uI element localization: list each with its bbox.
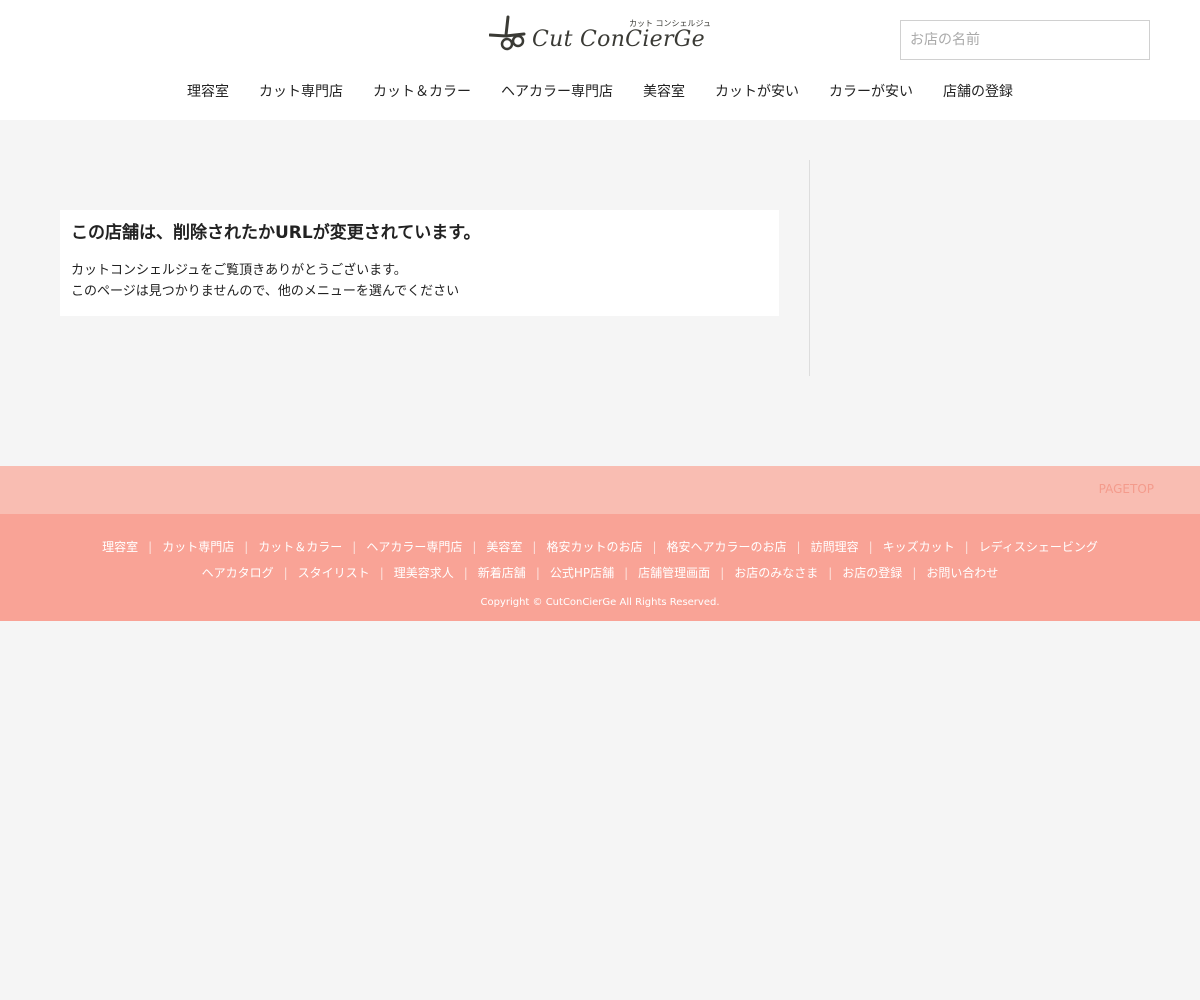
footer-separator: | [379,566,384,580]
shop-name-search-input[interactable] [900,20,1150,60]
footer-link-stylist[interactable]: スタイリスト [298,564,370,582]
footer-link-hair-color-specialty[interactable]: ヘアカラー専門店 [366,538,462,556]
nav-cheap-color[interactable]: カラーが安い [829,80,913,104]
footer-link-contact[interactable]: お問い合わせ [926,564,998,582]
footer-separator: | [283,566,288,580]
footer-separator: | [912,566,917,580]
footer-nav-row-1: 理容室 | カット専門店 | カット＆カラー | ヘアカラー専門店 | 美容室 … [0,538,1200,556]
footer-separator: | [535,566,540,580]
footer-link-register-shop[interactable]: お店の登録 [842,564,902,582]
footer-link-visit-barber[interactable]: 訪問理容 [811,538,859,556]
site-footer: 理容室 | カット専門店 | カット＆カラー | ヘアカラー専門店 | 美容室 … [0,514,1200,621]
footer-separator: | [624,566,629,580]
footer-link-cut-specialty[interactable]: カット専門店 [162,538,234,556]
footer-link-hair-catalog[interactable]: ヘアカタログ [202,564,274,582]
footer-separator: | [244,540,249,554]
footer-separator: | [472,540,477,554]
message-line-2: このページは見つかりませんので、他のメニューを選んでください [71,284,460,299]
message-body: カットコンシェルジュをご覧頂きありがとうございます。 このページは見つかりません… [71,260,768,302]
footer-link-cheap-cut[interactable]: 格安カットのお店 [546,538,642,556]
nav-beauty-salon[interactable]: 美容室 [643,80,685,104]
footer-separator: | [148,540,153,554]
footer-link-kids-cut[interactable]: キッズカット [883,538,955,556]
footer-separator: | [652,540,657,554]
nav-register-shop[interactable]: 店舗の登録 [943,80,1013,104]
pagetop-bar: PAGETOP [0,466,1200,514]
footer-link-cut-and-color[interactable]: カット＆カラー [258,538,342,556]
footer-link-shop-admin[interactable]: 店舗管理画面 [638,564,710,582]
page-title: この店舗は、削除されたかURLが変更されています。 [71,223,481,243]
footer-link-new-shops[interactable]: 新着店舗 [478,564,526,582]
footer-separator: | [868,540,873,554]
nav-cheap-cut[interactable]: カットが安い [715,80,799,104]
nav-barber[interactable]: 理容室 [187,80,229,104]
sidebar-divider [809,160,810,376]
pagetop-link[interactable]: PAGETOP [1099,482,1154,496]
footer-separator: | [964,540,969,554]
scissors-icon [489,15,526,51]
footer-separator: | [828,566,833,580]
footer-link-jobs[interactable]: 理美容求人 [394,564,454,582]
footer-separator: | [796,540,801,554]
footer-separator: | [352,540,357,554]
message-line-1: カットコンシェルジュをご覧頂きありがとうございます。 [71,263,407,278]
footer-separator: | [720,566,725,580]
nav-hair-color-specialty[interactable]: ヘアカラー専門店 [501,80,613,104]
footer-link-for-shops[interactable]: お店のみなさま [734,564,818,582]
footer-nav-row-2: ヘアカタログ | スタイリスト | 理美容求人 | 新着店舗 | 公式HP店舗 … [0,564,1200,582]
site-header: カット コンシェルジュ Cut ConCierGe 理容室 カット専門店 カット… [0,0,1200,120]
footer-separator: | [463,566,468,580]
footer-link-official-hp-shops[interactable]: 公式HP店舗 [550,564,614,582]
global-nav: 理容室 カット専門店 カット＆カラー ヘアカラー専門店 美容室 カットが安い カ… [0,80,1200,104]
footer-link-beauty-salon[interactable]: 美容室 [486,538,522,556]
logo-text: Cut ConCierGe [532,27,705,52]
nav-cut-specialty[interactable]: カット専門店 [259,80,343,104]
footer-separator: | [532,540,537,554]
copyright: Copyright © CutConCierGe All Rights Rese… [480,597,720,608]
footer-link-cheap-color[interactable]: 格安ヘアカラーのお店 [667,538,787,556]
footer-link-barber[interactable]: 理容室 [102,538,138,556]
footer-link-ladies-shaving[interactable]: レディスシェービング [979,538,1098,556]
not-found-message: この店舗は、削除されたかURLが変更されています。 カットコンシェルジュをご覧頂… [60,210,779,316]
site-logo[interactable]: カット コンシェルジュ Cut ConCierGe [489,15,714,57]
nav-cut-and-color[interactable]: カット＆カラー [373,80,471,104]
